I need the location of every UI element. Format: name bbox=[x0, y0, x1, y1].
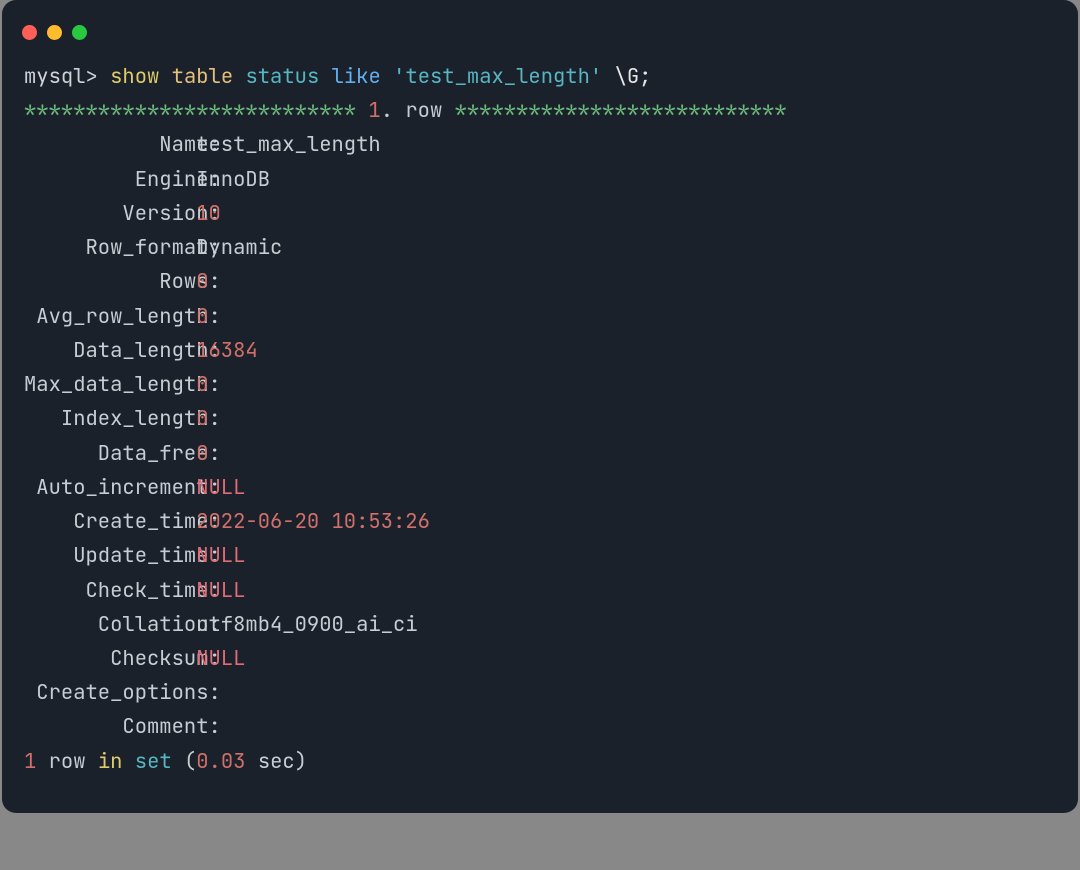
fields-list: Name: test_max_length Engine: InnoDB Ver… bbox=[24, 131, 430, 740]
cmd-arg: 'test_max_length' bbox=[393, 63, 602, 90]
row-word: row bbox=[405, 97, 442, 124]
summary-row: row bbox=[49, 748, 86, 775]
field-label: Check_time: bbox=[24, 574, 184, 608]
field-label: Collation: bbox=[24, 608, 184, 642]
row-index: 1 bbox=[368, 97, 380, 124]
field-value: Dynamic bbox=[196, 234, 282, 261]
field-label: Engine: bbox=[24, 163, 184, 197]
cmd-status: status bbox=[245, 63, 319, 90]
field-label: Row_format: bbox=[24, 231, 184, 265]
field-label: Version: bbox=[24, 197, 184, 231]
field-value: NULL bbox=[196, 542, 245, 569]
field-value: NULL bbox=[196, 474, 245, 501]
field-label: Name: bbox=[24, 128, 184, 162]
field-label: Index_length: bbox=[24, 402, 184, 436]
field-value: 0 bbox=[196, 440, 208, 467]
field-value: NULL bbox=[196, 645, 245, 672]
field-value: utf8mb4_0900_ai_ci bbox=[196, 611, 417, 638]
prompt-label: mysql> bbox=[24, 63, 98, 90]
field-value: 0 bbox=[196, 371, 208, 398]
cmd-terminator: \G; bbox=[615, 63, 652, 90]
field-label: Data_length: bbox=[24, 334, 184, 368]
row-header: *************************** 1. row *****… bbox=[24, 97, 787, 124]
field-label: Data_free: bbox=[24, 437, 184, 471]
window-close-button[interactable] bbox=[22, 25, 37, 40]
stars-right: *************************** bbox=[455, 97, 787, 124]
field-value: 0 bbox=[196, 268, 208, 295]
summary-sec: sec bbox=[258, 748, 295, 775]
summary-line: 1 row in set (0.03 sec) bbox=[24, 748, 307, 775]
field-label: Create_time: bbox=[24, 505, 184, 539]
cmd-like: like bbox=[332, 63, 381, 90]
summary-time: 0.03 bbox=[196, 748, 245, 775]
field-value: 16384 bbox=[196, 337, 258, 364]
field-value: 0 bbox=[196, 303, 208, 330]
field-value: 0 bbox=[196, 405, 208, 432]
window-minimize-button[interactable] bbox=[47, 25, 62, 40]
summary-count: 1 bbox=[24, 748, 36, 775]
field-value: 2022-06-20 10:53:26 bbox=[196, 508, 430, 535]
field-value: NULL bbox=[196, 577, 245, 604]
field-label: Comment: bbox=[24, 710, 184, 744]
terminal-output[interactable]: mysql> show table status like 'test_max_… bbox=[2, 50, 1078, 813]
summary-in: in bbox=[98, 748, 123, 775]
field-label: Avg_row_length: bbox=[24, 300, 184, 334]
field-label: Update_time: bbox=[24, 539, 184, 573]
field-label: Checksum: bbox=[24, 642, 184, 676]
cmd-table: table bbox=[172, 63, 234, 90]
titlebar bbox=[2, 0, 1078, 50]
stars-left: *************************** bbox=[24, 97, 356, 124]
field-label: Rows: bbox=[24, 265, 184, 299]
summary-set: set bbox=[135, 748, 172, 775]
field-label: Create_options: bbox=[24, 676, 184, 710]
cmd-show: show bbox=[110, 63, 159, 90]
field-value: InnoDB bbox=[196, 166, 270, 193]
field-value: 10 bbox=[196, 200, 221, 227]
window-maximize-button[interactable] bbox=[72, 25, 87, 40]
field-label: Auto_increment: bbox=[24, 471, 184, 505]
field-value: test_max_length bbox=[196, 131, 381, 158]
terminal-window: mysql> show table status like 'test_max_… bbox=[2, 0, 1078, 813]
prompt-line: mysql> show table status like 'test_max_… bbox=[24, 63, 651, 90]
field-label: Max_data_length: bbox=[24, 368, 184, 402]
